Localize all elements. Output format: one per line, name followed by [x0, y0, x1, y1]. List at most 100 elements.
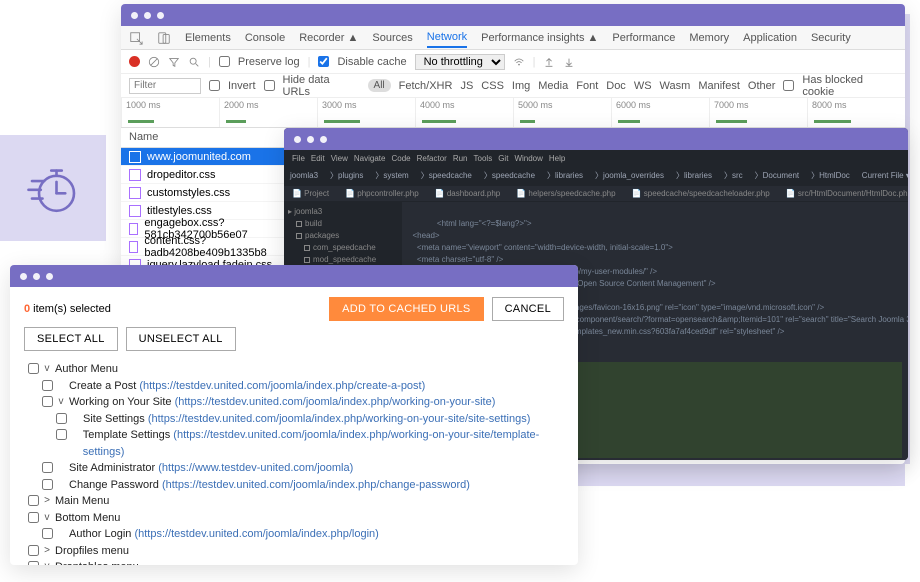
- editor-tab[interactable]: 📄 phpcontroller.php: [337, 186, 427, 201]
- menu-item[interactable]: Run: [453, 154, 468, 163]
- tree-checkbox[interactable]: [28, 512, 39, 523]
- tree-node[interactable]: build: [288, 218, 398, 230]
- window-dot[interactable]: [131, 12, 138, 19]
- invert-checkbox[interactable]: [209, 80, 220, 91]
- editor-tab[interactable]: 📄 dashboard.php: [427, 186, 509, 201]
- tab-recorder[interactable]: Recorder ▲: [299, 32, 358, 44]
- window-dot[interactable]: [157, 12, 164, 19]
- tab-security[interactable]: Security: [811, 32, 851, 44]
- select-all-button[interactable]: Select All: [24, 327, 118, 351]
- menu-item[interactable]: File: [292, 154, 305, 163]
- breadcrumb-item[interactable]: 〉Document: [749, 167, 805, 184]
- breadcrumb-item[interactable]: 〉libraries: [670, 167, 718, 184]
- menu-item[interactable]: Help: [549, 154, 565, 163]
- run-config[interactable]: Current File ▾: [856, 168, 908, 183]
- type-img[interactable]: Img: [512, 80, 530, 92]
- network-row[interactable]: content.css?badb4208be409b1335b8: [121, 238, 288, 256]
- network-row[interactable]: customstyles.css: [121, 184, 288, 202]
- window-dot[interactable]: [144, 12, 151, 19]
- tree-label[interactable]: Main Menu: [55, 493, 109, 510]
- type-doc[interactable]: Doc: [606, 80, 626, 92]
- breadcrumb-item[interactable]: 〉speedcache: [478, 167, 541, 184]
- tab-network[interactable]: Network: [427, 31, 467, 48]
- breadcrumb-item[interactable]: 〉joomla_overrides: [589, 167, 670, 184]
- menu-item[interactable]: Navigate: [354, 154, 386, 163]
- search-icon[interactable]: [188, 56, 200, 68]
- preserve-log-checkbox[interactable]: [219, 56, 230, 67]
- tab-performance[interactable]: Performance: [612, 32, 675, 44]
- tree-checkbox[interactable]: [28, 561, 39, 565]
- tree-checkbox[interactable]: [42, 462, 53, 473]
- tree-checkbox[interactable]: [56, 413, 67, 424]
- menu-item[interactable]: Git: [498, 154, 508, 163]
- clear-icon[interactable]: [148, 56, 160, 68]
- type-fetchxhr[interactable]: Fetch/XHR: [399, 80, 453, 92]
- editor-tab[interactable]: 📄 Project: [284, 186, 337, 201]
- window-dot[interactable]: [307, 136, 314, 143]
- menu-item[interactable]: View: [331, 154, 348, 163]
- editor-tab[interactable]: 📄 src/HtmlDocument/HtmlDoc.php: [778, 186, 908, 201]
- window-dot[interactable]: [320, 136, 327, 143]
- tree-checkbox[interactable]: [42, 396, 53, 407]
- menu-item[interactable]: Code: [391, 154, 410, 163]
- type-wasm[interactable]: Wasm: [660, 80, 691, 92]
- tree-label[interactable]: Working on Your Site (https://testdev.un…: [69, 394, 495, 411]
- tree-checkbox[interactable]: [56, 429, 67, 440]
- type-js[interactable]: JS: [460, 80, 473, 92]
- upload-icon[interactable]: [543, 56, 555, 68]
- wifi-icon[interactable]: [513, 56, 525, 68]
- tree-label[interactable]: Create a Post (https://testdev.united.co…: [69, 378, 425, 395]
- tree-label[interactable]: Site Settings (https://testdev.united.co…: [83, 411, 530, 428]
- tree-checkbox[interactable]: [28, 545, 39, 556]
- name-header[interactable]: Name: [121, 128, 288, 148]
- network-timeline[interactable]: 1000 ms2000 ms3000 ms4000 ms5000 ms6000 …: [121, 98, 905, 128]
- breadcrumb-item[interactable]: 〉HtmlDoc: [805, 167, 856, 184]
- tab-sources[interactable]: Sources: [372, 32, 412, 44]
- tree-checkbox[interactable]: [28, 495, 39, 506]
- tree-checkbox[interactable]: [42, 380, 53, 391]
- type-all[interactable]: All: [368, 79, 391, 92]
- tree-label[interactable]: Bottom Menu: [55, 510, 120, 527]
- download-icon[interactable]: [563, 56, 575, 68]
- device-icon[interactable]: [157, 31, 171, 45]
- caret-icon[interactable]: >: [43, 493, 51, 508]
- tree-label[interactable]: Dropfiles menu: [55, 543, 129, 560]
- network-row[interactable]: dropeditor.css: [121, 166, 288, 184]
- inspect-icon[interactable]: [129, 31, 143, 45]
- unselect-all-button[interactable]: Unselect All: [126, 327, 236, 351]
- record-icon[interactable]: [129, 56, 140, 67]
- window-dot[interactable]: [46, 273, 53, 280]
- tree-label[interactable]: Site Administrator (https://www.testdev-…: [69, 460, 353, 477]
- tree-label[interactable]: Droptables menu: [55, 559, 139, 565]
- filter-input[interactable]: [129, 78, 201, 94]
- hide-data-urls-checkbox[interactable]: [264, 80, 275, 91]
- network-row[interactable]: www.joomunited.com: [121, 148, 288, 166]
- tree-label[interactable]: Template Settings (https://testdev.unite…: [83, 427, 568, 460]
- tree-label[interactable]: Author Menu: [55, 361, 118, 378]
- menu-item[interactable]: Window: [514, 154, 542, 163]
- breadcrumb-item[interactable]: 〉src: [718, 167, 749, 184]
- caret-icon[interactable]: v: [43, 559, 51, 565]
- tree-label[interactable]: Author Login (https://testdev.united.com…: [69, 526, 379, 543]
- tab-memory[interactable]: Memory: [689, 32, 729, 44]
- editor-tab[interactable]: 📄 helpers/speedcache.php: [508, 186, 623, 201]
- caret-icon[interactable]: >: [43, 543, 51, 558]
- breadcrumb-item[interactable]: joomla3: [284, 168, 324, 183]
- menu-item[interactable]: Edit: [311, 154, 325, 163]
- tree-node[interactable]: com_speedcache: [288, 242, 398, 254]
- disable-cache-checkbox[interactable]: [318, 56, 329, 67]
- menu-item[interactable]: Refactor: [417, 154, 447, 163]
- tab-perf-insights[interactable]: Performance insights ▲: [481, 32, 598, 44]
- breadcrumb-item[interactable]: 〉libraries: [541, 167, 589, 184]
- breadcrumb-item[interactable]: 〉system: [369, 167, 414, 184]
- tree-node[interactable]: packages: [288, 230, 398, 242]
- type-ws[interactable]: WS: [634, 80, 652, 92]
- tab-elements[interactable]: Elements: [185, 32, 231, 44]
- caret-icon[interactable]: v: [57, 394, 65, 409]
- type-manifest[interactable]: Manifest: [698, 80, 740, 92]
- breadcrumb-item[interactable]: 〉speedcache: [415, 167, 478, 184]
- type-css[interactable]: CSS: [481, 80, 504, 92]
- type-media[interactable]: Media: [538, 80, 568, 92]
- cancel-button[interactable]: Cancel: [492, 297, 564, 321]
- throttling-select[interactable]: No throttling: [415, 54, 505, 70]
